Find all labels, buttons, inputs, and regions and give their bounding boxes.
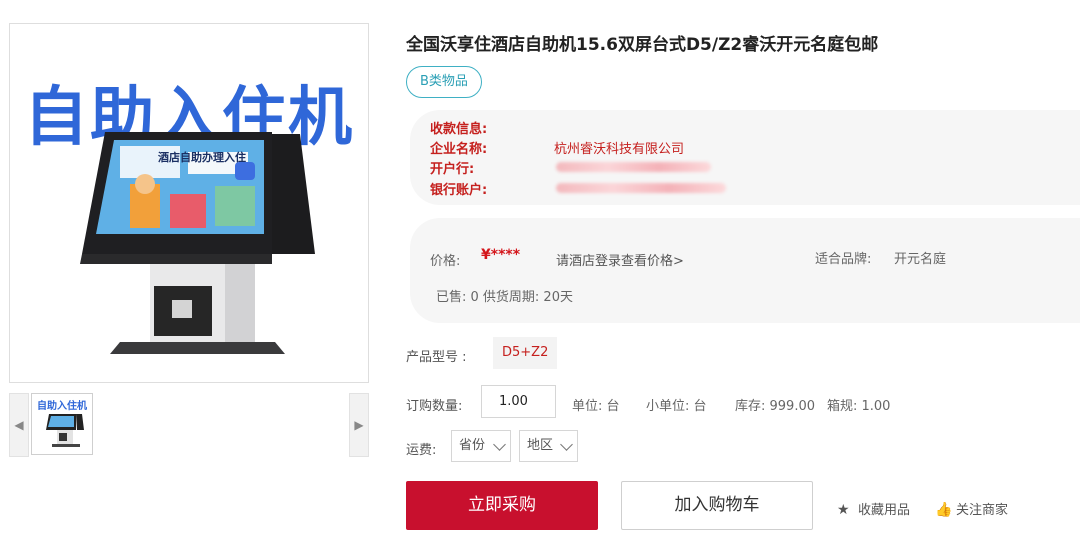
region-select-value: 地区 (527, 438, 554, 453)
price-panel: 价格: ¥**** 请酒店登录查看价格> 适合品牌: 开元名庭 已售: 0 供货… (410, 218, 1080, 323)
bank-value-redacted (556, 162, 711, 172)
follow-merchant-button[interactable]: 👍 关注商家 (935, 499, 1008, 518)
star-icon: ★ (837, 502, 850, 518)
thumbs-up-icon: 👍 (935, 502, 953, 518)
sub-unit-info: 小单位: 台 (646, 399, 707, 414)
brand-value: 开元名庭 (894, 252, 947, 267)
sold-and-supply-info: 已售: 0 供货周期: 20天 (436, 290, 573, 305)
price-value: ¥**** (481, 247, 521, 263)
category-tag[interactable]: B类物品 (406, 66, 482, 98)
stock-info: 库存: 999.00 (735, 399, 815, 414)
region-select[interactable]: 地区 (519, 430, 578, 462)
unit-info: 单位: 台 (572, 399, 620, 414)
province-select-value: 省份 (459, 438, 486, 453)
bank-label: 开户行: (430, 162, 475, 177)
quantity-label: 订购数量: (406, 399, 463, 414)
product-title: 全国沃享住酒店自助机15.6双屏台式D5/Z2睿沃开元名庭包邮 (406, 35, 879, 55)
login-to-view-price-link[interactable]: 请酒店登录查看价格> (556, 250, 684, 269)
chevron-left-icon: ◀ (14, 418, 24, 432)
quantity-input[interactable] (481, 385, 556, 418)
thumbnail-strip: ◀ 自助入住机 ▶ (9, 393, 369, 457)
province-select[interactable]: 省份 (451, 430, 511, 462)
product-main-image[interactable]: 自助入住机 酒店自助办理入住 (9, 23, 369, 383)
account-label: 银行账户: (430, 183, 488, 198)
account-value-redacted (556, 183, 726, 193)
add-to-cart-button[interactable]: 加入购物车 (621, 481, 813, 530)
payment-info-panel: 收款信息: 企业名称: 杭州睿沃科技有限公司 开户行: 银行账户: (410, 110, 1080, 205)
follow-label: 关注商家 (956, 503, 1009, 518)
brand-label: 适合品牌: (815, 252, 872, 267)
chevron-down-icon (493, 438, 506, 451)
shipping-label: 运费: (406, 443, 437, 458)
thumb-next-button[interactable]: ▶ (349, 393, 369, 457)
chevron-down-icon (560, 438, 573, 451)
company-value: 杭州睿沃科技有限公司 (554, 142, 685, 157)
chevron-right-icon: ▶ (354, 418, 364, 432)
thumb-prev-button[interactable]: ◀ (9, 393, 29, 457)
kiosk-illustration: 酒店自助办理入住 (80, 132, 315, 354)
favorite-label: 收藏用品 (858, 503, 911, 518)
product-thumbnail[interactable]: 自助入住机 (31, 393, 93, 455)
screen-caption-text: 酒店自助办理入住 (158, 150, 246, 164)
model-label: 产品型号 : (406, 350, 467, 365)
model-option-d5-z2[interactable]: D5+Z2 (493, 337, 558, 369)
kiosk-thumb-icon (46, 414, 84, 447)
buy-now-button[interactable]: 立即采购 (406, 481, 598, 530)
payment-header: 收款信息: (430, 122, 488, 137)
box-spec-info: 箱规: 1.00 (827, 399, 891, 414)
favorite-product-button[interactable]: ★ 收藏用品 (837, 499, 910, 518)
price-label: 价格: (430, 254, 461, 269)
company-label: 企业名称: (430, 142, 488, 157)
